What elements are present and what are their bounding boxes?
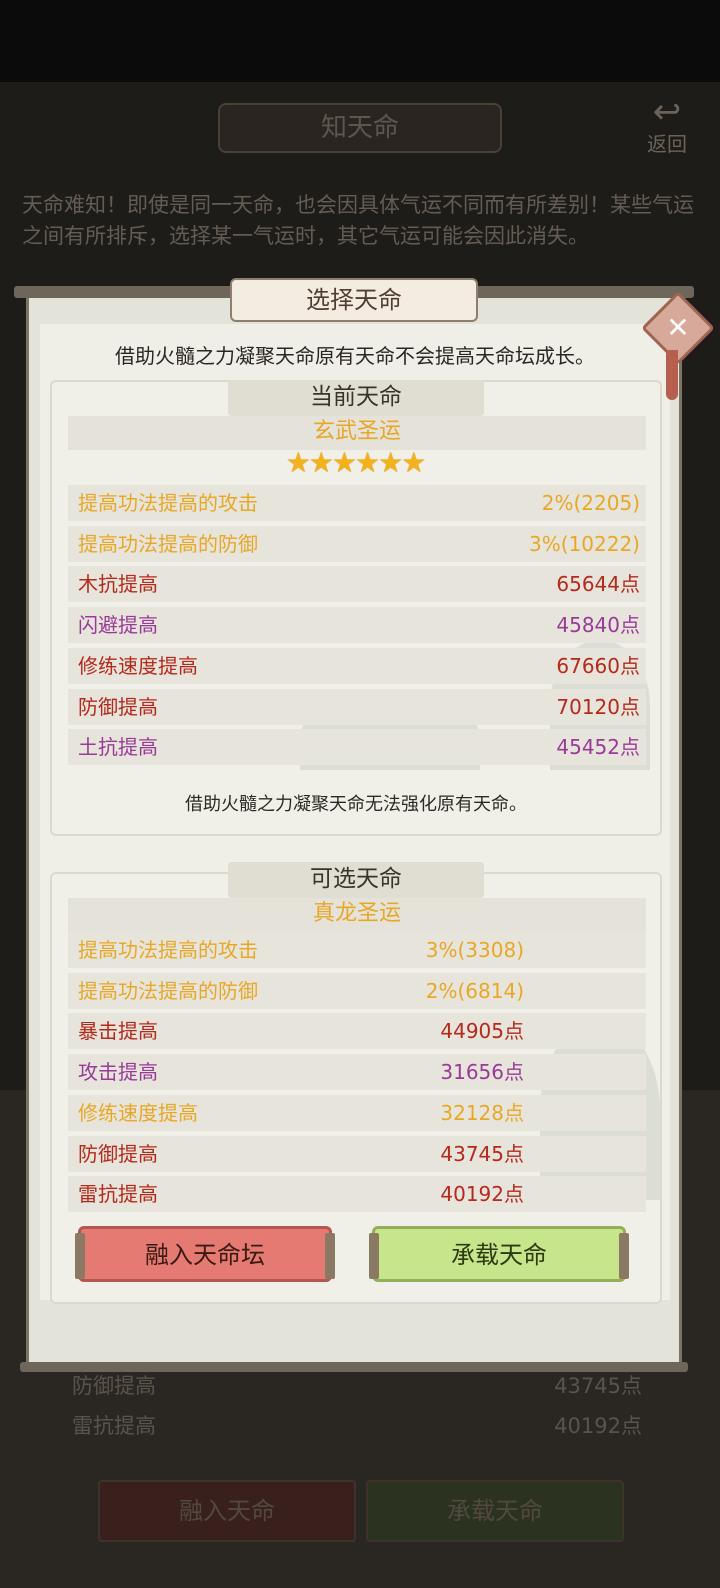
back-icon: ↩: [652, 92, 682, 132]
back-label: 返回: [647, 132, 687, 156]
attribute-value: 70120点: [556, 694, 640, 719]
attribute-row: 修练速度提高 67660点: [68, 647, 646, 684]
background-row-label: 雷抗提高: [72, 1414, 156, 1438]
attribute-row: 木抗提高 65644点: [68, 566, 646, 603]
fuse-altar-label: 融入天命坛: [145, 1241, 265, 1269]
attribute-label: 提高功法提高的攻击: [78, 491, 258, 515]
attribute-value: 44905点: [440, 1019, 524, 1044]
attribute-value: 2%(2205): [541, 491, 640, 515]
bear-destiny-button[interactable]: 承载天命: [369, 1226, 629, 1282]
attribute-value: 45452点: [556, 735, 640, 760]
background-row-label: 防御提高: [72, 1374, 156, 1398]
attribute-row: 攻击提高 31656点: [68, 1054, 646, 1091]
background-row-value: 43745点: [554, 1374, 642, 1398]
attribute-row: 土抗提高 45452点: [68, 729, 646, 766]
attribute-row: 雷抗提高 40192点: [68, 1176, 646, 1213]
modal-scroll-rod-bottom: [20, 1362, 688, 1372]
background-bear-button: 承载天命: [366, 1480, 624, 1542]
attribute-value: 45840点: [556, 613, 640, 638]
attribute-row: 防御提高 70120点: [68, 688, 646, 725]
attribute-value: 67660点: [556, 653, 640, 678]
attribute-label: 修练速度提高: [78, 1100, 198, 1125]
optional-destiny-header: 可选天命: [228, 862, 484, 898]
attribute-label: 雷抗提高: [78, 1182, 158, 1207]
modal-title: 选择天命: [230, 278, 478, 322]
background-fuse-button: 融入天命: [98, 1480, 356, 1542]
attribute-row: 提高功法提高的攻击 3%(3308): [68, 932, 646, 968]
attribute-label: 提高功法提高的攻击: [78, 938, 258, 962]
button-scroll-knob: [619, 1233, 629, 1279]
attribute-value: 2%(6814): [425, 978, 524, 1003]
button-scroll-knob: [369, 1233, 379, 1279]
attribute-row: 提高功法提高的防御 2%(6814): [68, 972, 646, 1009]
background-title: 知天命: [218, 103, 502, 153]
attribute-row: 暴击提高 44905点: [68, 1013, 646, 1050]
attribute-value: 31656点: [440, 1060, 524, 1085]
attribute-value: 3%(3308): [425, 938, 524, 962]
attribute-value: 3%(10222): [529, 531, 640, 556]
back-button[interactable]: ↩ 返回: [634, 92, 700, 164]
fuse-altar-button[interactable]: 融入天命坛: [75, 1226, 335, 1282]
current-destiny-stars: ★★★★★★: [285, 446, 427, 479]
button-scroll-knob: [325, 1233, 335, 1279]
attribute-label: 修练速度提高: [78, 653, 198, 678]
attribute-label: 防御提高: [78, 1141, 158, 1166]
current-destiny-footnote: 借助火髓之力凝聚天命无法强化原有天命。: [185, 794, 527, 815]
optional-destiny-name: 真龙圣运: [68, 898, 646, 932]
attribute-value: 43745点: [440, 1141, 524, 1166]
attribute-value: 40192点: [440, 1182, 524, 1207]
attribute-label: 木抗提高: [78, 572, 158, 597]
attribute-label: 攻击提高: [78, 1060, 158, 1085]
background-row: 雷抗提高 40192点: [72, 1410, 642, 1440]
background-description: 天命难知！即使是同一天命，也会因具体气运不同而有所差别！某些气运之间有所排斥，选…: [22, 193, 694, 248]
bear-destiny-label: 承载天命: [451, 1241, 547, 1269]
modal-notice: 借助火髓之力凝聚天命原有天命不会提高天命坛成长。: [115, 344, 595, 368]
background-row: 防御提高 43745点: [72, 1370, 642, 1400]
attribute-row: 闪避提高 45840点: [68, 607, 646, 644]
status-bar-area: [0, 0, 720, 82]
attribute-label: 土抗提高: [78, 735, 158, 760]
attribute-row: 修练速度提高 32128点: [68, 1094, 646, 1131]
attribute-row: 防御提高 43745点: [68, 1135, 646, 1172]
attribute-row: 提高功法提高的防御 3%(10222): [68, 525, 646, 562]
attribute-row: 提高功法提高的攻击 2%(2205): [68, 485, 646, 521]
current-destiny-name: 玄武圣运: [68, 416, 646, 450]
attribute-label: 提高功法提高的防御: [78, 978, 258, 1003]
background-row-value: 40192点: [554, 1414, 642, 1438]
button-scroll-knob: [75, 1233, 85, 1279]
current-destiny-header: 当前天命: [228, 380, 484, 416]
attribute-label: 防御提高: [78, 694, 158, 719]
attribute-label: 闪避提高: [78, 613, 158, 638]
attribute-value: 65644点: [556, 572, 640, 597]
attribute-label: 暴击提高: [78, 1019, 158, 1044]
attribute-value: 32128点: [440, 1100, 524, 1125]
attribute-label: 提高功法提高的防御: [78, 531, 258, 556]
